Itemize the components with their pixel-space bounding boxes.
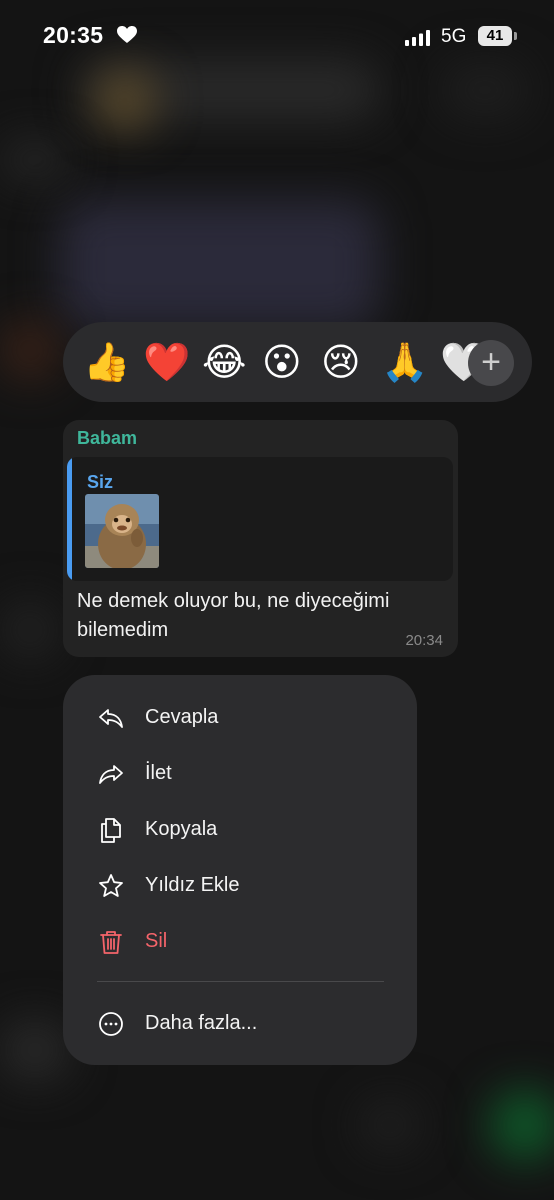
reaction-crying[interactable]: 😢 [321, 340, 361, 384]
clock: 20:35 [43, 22, 104, 48]
heart-icon [117, 26, 137, 49]
reaction-laughing[interactable]: 😂 [202, 340, 246, 384]
message-context-menu: Cevapla İlet Kopyala Yıldız Ekle Sil Dah… [63, 675, 417, 1065]
quoted-message[interactable]: Siz [67, 457, 453, 581]
menu-item-label: İlet [145, 762, 172, 784]
trash-icon [97, 928, 125, 956]
signal-icon [405, 30, 431, 51]
reaction-surprised[interactable]: 😮 [262, 340, 302, 384]
menu-item-delete[interactable]: Sil [63, 914, 417, 970]
star-icon [97, 872, 125, 900]
reaction-bar: 👍 ❤️ 😂 😮 😢 🙏 🤍 [63, 322, 532, 402]
menu-item-more[interactable]: Daha fazla... [63, 996, 417, 1052]
menu-item-label: Daha fazla... [145, 1012, 258, 1034]
status-bar: 20:35 5G 41 [0, 0, 554, 75]
reaction-heart[interactable]: ❤️ [143, 340, 190, 384]
sender-name: Babam [77, 428, 138, 448]
plus-icon[interactable]: + [468, 340, 514, 386]
message-time: 20:34 [405, 632, 443, 649]
menu-item-label: Yıldız Ekle [145, 874, 240, 896]
menu-item-forward[interactable]: İlet [63, 746, 417, 802]
more-icon [97, 1010, 125, 1038]
menu-item-reply[interactable]: Cevapla [63, 690, 417, 746]
reaction-pray[interactable]: 🙏 [381, 340, 428, 384]
menu-item-label: Cevapla [145, 706, 219, 728]
menu-divider [97, 981, 384, 982]
forward-icon [97, 760, 125, 788]
battery-icon: 41 [478, 26, 512, 46]
quoted-image-thumbnail [85, 494, 159, 568]
message-bubble[interactable]: Babam Siz Ne demek oluyor bu, ne diyeceğ… [63, 420, 458, 657]
copy-icon [97, 816, 125, 844]
quoted-author: Siz [87, 472, 114, 492]
reaction-thumbs-up[interactable]: 👍 [83, 340, 130, 384]
menu-item-copy[interactable]: Kopyala [63, 802, 417, 858]
battery-tip [514, 32, 517, 40]
menu-item-label: Kopyala [145, 818, 218, 840]
quote-accent-bar [67, 457, 72, 581]
reply-icon [97, 704, 125, 732]
network-type: 5G [441, 26, 467, 47]
menu-item-star[interactable]: Yıldız Ekle [63, 858, 417, 914]
message-text: Ne demek oluyor bu, ne diyeceğimi bileme… [77, 590, 390, 641]
menu-item-label: Sil [145, 930, 168, 952]
